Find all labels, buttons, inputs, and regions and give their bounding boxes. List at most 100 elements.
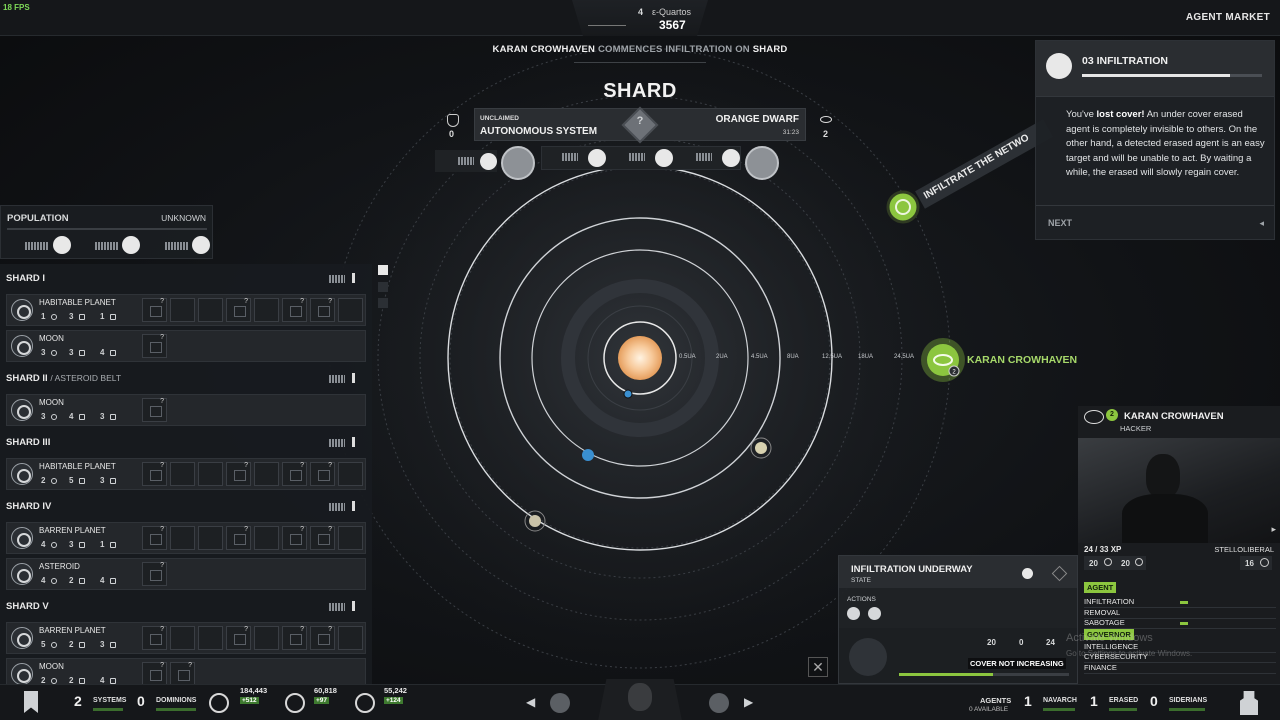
chevron-right-icon[interactable]: ▶ (744, 695, 753, 709)
slot-cell[interactable] (198, 526, 223, 550)
slot-cell[interactable] (338, 298, 363, 322)
slot-cell[interactable]: ? (142, 626, 167, 650)
info-icon[interactable] (352, 373, 355, 383)
tutorial-header: 03 INFILTRATION (1036, 41, 1274, 97)
faction-slot-left[interactable] (501, 146, 535, 180)
slot-cell[interactable]: ? (170, 662, 195, 686)
slot-cell[interactable] (198, 462, 223, 486)
slot-cell[interactable] (338, 626, 363, 650)
bars-icon (329, 375, 345, 383)
info-icon[interactable] (352, 501, 355, 511)
shard-title[interactable]: SHARD II / ASTEROID BELT (6, 373, 121, 384)
slot-cell[interactable] (338, 462, 363, 486)
action-icon-1[interactable] (847, 607, 860, 620)
slot-cell[interactable] (254, 298, 279, 322)
slot-cell[interactable]: ? (226, 462, 251, 486)
planet-shard-iv[interactable] (529, 515, 541, 527)
chevron-left-icon[interactable]: ◀ (526, 695, 535, 709)
slot-cell[interactable]: ? (226, 626, 251, 650)
siderians-label[interactable]: SIDERIANS (1169, 697, 1207, 704)
slot-cell[interactable]: ? (310, 626, 335, 650)
slot-cell[interactable]: ? (142, 462, 167, 486)
celestial-body-row[interactable]: MOON 3 3 4? (6, 330, 366, 362)
tutorial-title: 03 INFILTRATION (1082, 55, 1168, 67)
agent-market-button[interactable]: AGENT MARKET (1186, 12, 1270, 23)
agent-head (1146, 454, 1180, 498)
slot-cell[interactable]: ? (142, 398, 167, 422)
planet-shard-iii[interactable] (582, 449, 594, 461)
slot-cell[interactable]: ? (282, 462, 307, 486)
slot-cell[interactable]: ? (142, 562, 167, 586)
slot-cell[interactable]: ? (142, 334, 167, 358)
scroll-indicator[interactable] (378, 282, 388, 292)
bookmark-icon[interactable] (24, 691, 38, 713)
slot-cell[interactable]: ? (226, 298, 251, 322)
slot-cell[interactable] (254, 462, 279, 486)
slot-cell[interactable] (338, 526, 363, 550)
planet-shard-v[interactable] (755, 442, 767, 454)
system-timer: 31:23 (782, 129, 799, 136)
sun-orange-dwarf[interactable] (618, 336, 662, 380)
slot-cell[interactable] (170, 462, 195, 486)
slot-cell[interactable]: ? (142, 298, 167, 322)
slot-cell[interactable]: ? (310, 526, 335, 550)
slot-cell[interactable]: ? (142, 526, 167, 550)
tutorial-next-button[interactable]: NEXT (1048, 218, 1072, 228)
body-stat: 3 (100, 640, 105, 649)
shard-title[interactable]: SHARD V (6, 601, 49, 612)
close-icon[interactable]: ✕ (808, 657, 828, 677)
shard-title[interactable]: SHARD III (6, 437, 50, 448)
info-icon[interactable] (352, 437, 355, 447)
info-icon[interactable] (352, 273, 355, 283)
erased-label[interactable]: ERASED (1109, 697, 1138, 704)
navarch-bar (1043, 708, 1075, 711)
population-status: UNKNOWN (161, 213, 206, 223)
map-agent-name[interactable]: KARAN CROWHAVEN (967, 354, 1077, 366)
slot-cell[interactable]: ? (310, 462, 335, 486)
tower-icon[interactable] (1240, 691, 1258, 715)
celestial-body-row[interactable]: MOON 3 4 3? (6, 394, 366, 426)
agents-label[interactable]: AGENTS (980, 696, 1011, 705)
chevron-left-icon[interactable]: ◂ (1259, 218, 1264, 229)
slot-cell[interactable]: ? (142, 662, 167, 686)
systems-label[interactable]: SYSTEMS (93, 697, 126, 704)
navarch-label[interactable]: NAVARCH (1043, 697, 1077, 704)
slot-cell[interactable]: ? (282, 298, 307, 322)
next-gear-icon[interactable] (709, 693, 729, 713)
slot-cell[interactable] (170, 626, 195, 650)
celestial-body-row[interactable]: HABITABLE PLANET 1 3 1???? (6, 294, 366, 326)
slot-cell[interactable]: ? (310, 298, 335, 322)
slot-cell[interactable] (198, 298, 223, 322)
scroll-indicator[interactable] (378, 265, 388, 275)
resource-3-value: 55,242 (384, 686, 407, 695)
planet-shard-i[interactable] (623, 389, 633, 399)
slot-cell[interactable] (198, 626, 223, 650)
celestial-body-row[interactable]: ASTEROID 4 2 4? (6, 558, 366, 590)
info-icon[interactable] (352, 601, 355, 611)
dominions-label[interactable]: DOMINIONS (156, 697, 196, 704)
slot-cell[interactable] (170, 526, 195, 550)
body-stat: 3 (100, 476, 105, 485)
agent-portrait-slot[interactable] (598, 679, 682, 720)
celestial-body-row[interactable]: BARREN PLANET 4 3 1???? (6, 522, 366, 554)
slot-cell[interactable] (170, 298, 195, 322)
chip-icon (655, 149, 673, 167)
slot-cell[interactable]: ? (226, 526, 251, 550)
slot-cell[interactable] (254, 626, 279, 650)
mountain-icon (110, 542, 116, 548)
slot-cell[interactable]: ? (282, 626, 307, 650)
action-icon-2[interactable] (868, 607, 881, 620)
scroll-indicator[interactable] (378, 298, 388, 308)
shard-title[interactable]: SHARD I (6, 273, 45, 284)
faction-slot-right[interactable] (745, 146, 779, 180)
resource-icon (588, 149, 606, 167)
chevron-right-icon[interactable]: ▸ (1271, 524, 1276, 535)
slot-cell[interactable] (254, 526, 279, 550)
infiltrate-network-node[interactable] (886, 190, 920, 224)
celestial-body-row[interactable]: HABITABLE PLANET 2 5 3???? (6, 458, 366, 490)
body-type: HABITABLE PLANET (39, 462, 116, 471)
celestial-body-row[interactable]: BARREN PLANET 5 2 3???? (6, 622, 366, 654)
shard-title[interactable]: SHARD IV (6, 501, 51, 512)
prev-gear-icon[interactable] (550, 693, 570, 713)
slot-cell[interactable]: ? (282, 526, 307, 550)
